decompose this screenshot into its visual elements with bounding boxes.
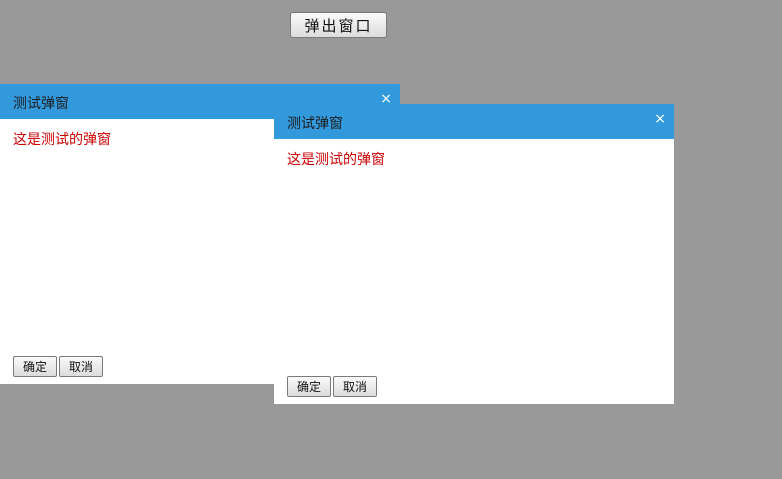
close-icon[interactable]: × [654, 112, 666, 126]
dialog-message: 这是测试的弹窗 [287, 152, 385, 168]
cancel-button[interactable]: 取消 [333, 376, 378, 397]
dialog-footer: 确定 取消 [287, 376, 378, 397]
dialog-header[interactable]: 测试弹窗 × [274, 104, 674, 139]
dialog-title: 测试弹窗 [13, 96, 69, 112]
cancel-button[interactable]: 取消 [59, 356, 104, 377]
test-dialog-2: 测试弹窗 × 这是测试的弹窗 确定 取消 [274, 104, 674, 404]
confirm-button[interactable]: 确定 [13, 356, 58, 377]
open-popup-button[interactable]: 弹出窗口 [290, 12, 387, 38]
dialog-message: 这是测试的弹窗 [13, 132, 111, 148]
dialog-title: 测试弹窗 [287, 116, 343, 132]
dialog-footer: 确定 取消 [13, 356, 104, 377]
confirm-button[interactable]: 确定 [287, 376, 332, 397]
